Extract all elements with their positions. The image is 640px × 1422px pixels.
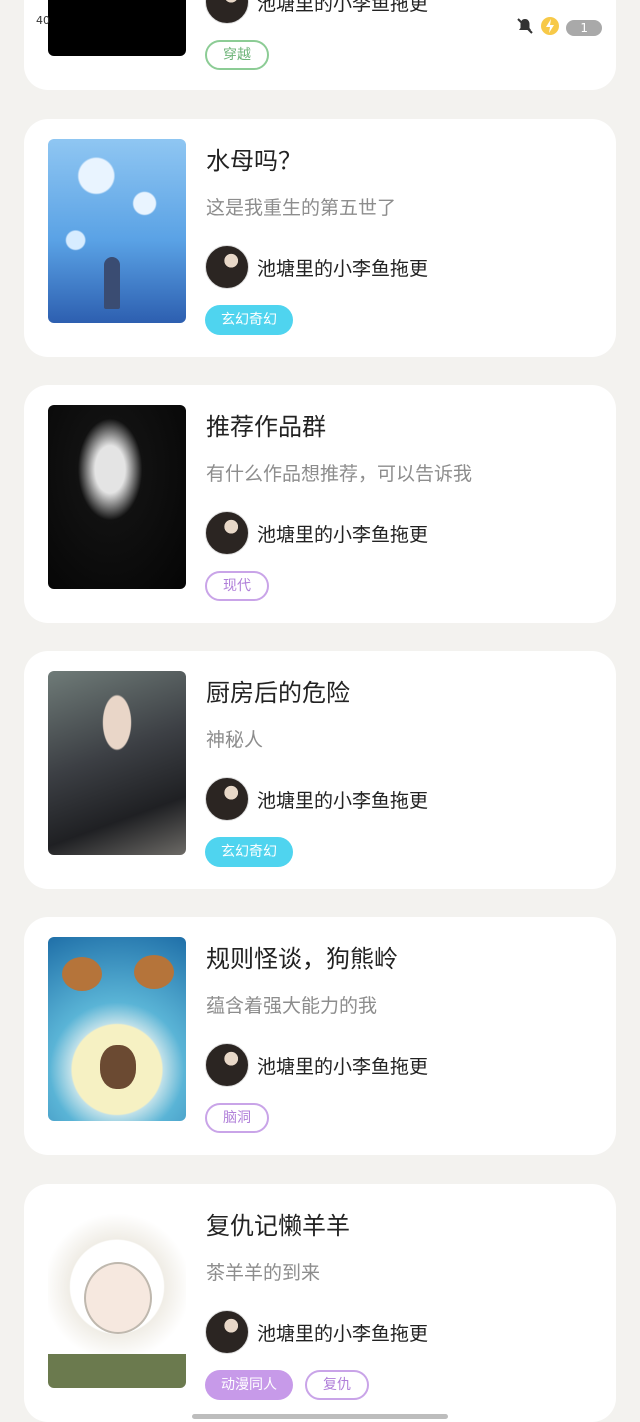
work-title[interactable]: 厨房后的危险 [206, 673, 350, 708]
tag-list: 穿越 [205, 40, 269, 70]
author-name: 池塘里的小李鱼拖更 [257, 257, 429, 280]
work-title[interactable]: 复仇记懒羊羊 [206, 1206, 350, 1241]
work-card[interactable]: 水母吗？ 这是我重生的第五世了 池塘里的小李鱼拖更 玄幻奇幻 [24, 119, 616, 357]
work-card[interactable]: 厨房后的危险 神秘人 池塘里的小李鱼拖更 玄幻奇幻 [24, 651, 616, 889]
tag[interactable]: 玄幻奇幻 [205, 305, 293, 335]
author-name: 池塘里的小李鱼拖更 [257, 523, 429, 546]
work-title[interactable]: 水母吗？ [206, 141, 302, 176]
work-cover-image [48, 139, 186, 323]
author-name: 池塘里的小李鱼拖更 [257, 789, 429, 812]
work-cover-image [48, 937, 186, 1121]
tag[interactable]: 动漫同人 [205, 1370, 293, 1400]
tag-list: 脑洞 [205, 1103, 269, 1133]
author-row[interactable]: 池塘里的小李鱼拖更 [205, 1310, 428, 1354]
work-title[interactable]: 规则怪谈，狗熊岭 [206, 939, 398, 974]
work-description: 蕴含着强大能力的我 [206, 995, 378, 1017]
work-cover-image [48, 671, 186, 855]
work-description: 这是我重生的第五世了 [206, 197, 397, 219]
work-description: 有什么作品想推荐，可以告诉我 [206, 463, 473, 485]
home-indicator[interactable] [192, 1414, 448, 1419]
bell-off-icon [516, 17, 534, 39]
count-badge: 1 [566, 20, 602, 36]
work-description: 茶羊羊的到来 [206, 1262, 321, 1284]
author-row[interactable]: 池塘里的小李鱼拖更 [205, 777, 428, 821]
tag-list: 动漫同人 复仇 [205, 1370, 369, 1400]
tag-list: 玄幻奇幻 [205, 305, 293, 335]
work-cover-image [48, 405, 186, 589]
author-row[interactable]: 池塘里的小李鱼拖更 [205, 0, 428, 24]
lightning-icon [540, 16, 560, 40]
tag[interactable]: 穿越 [205, 40, 269, 70]
tag[interactable]: 现代 [205, 571, 269, 601]
tag[interactable]: 玄幻奇幻 [205, 837, 293, 867]
work-card[interactable]: 规则怪谈，狗熊岭 蕴含着强大能力的我 池塘里的小李鱼拖更 脑洞 [24, 917, 616, 1155]
avatar [205, 1310, 249, 1354]
tag[interactable]: 脑洞 [205, 1103, 269, 1133]
author-name: 池塘里的小李鱼拖更 [257, 0, 429, 15]
tag[interactable]: 复仇 [305, 1370, 369, 1400]
work-description: 神秘人 [206, 729, 264, 751]
author-row[interactable]: 池塘里的小李鱼拖更 [205, 245, 428, 289]
work-card[interactable]: 池塘里的小李鱼拖更 穿越 1 [24, 0, 616, 90]
tag-list: 现代 [205, 571, 269, 601]
work-card[interactable]: 推荐作品群 有什么作品想推荐，可以告诉我 池塘里的小李鱼拖更 现代 [24, 385, 616, 623]
status-icons: 1 [516, 16, 602, 40]
avatar [205, 511, 249, 555]
author-name: 池塘里的小李鱼拖更 [257, 1322, 429, 1345]
avatar [205, 0, 249, 24]
work-cover-image [48, 1204, 186, 1388]
author-row[interactable]: 池塘里的小李鱼拖更 [205, 511, 428, 555]
work-title[interactable]: 推荐作品群 [206, 407, 326, 442]
avatar [205, 245, 249, 289]
avatar [205, 777, 249, 821]
signal-text: 40 [36, 14, 50, 27]
work-cover-image [48, 0, 186, 56]
avatar [205, 1043, 249, 1087]
author-row[interactable]: 池塘里的小李鱼拖更 [205, 1043, 428, 1087]
author-name: 池塘里的小李鱼拖更 [257, 1055, 429, 1078]
work-card[interactable]: 复仇记懒羊羊 茶羊羊的到来 池塘里的小李鱼拖更 动漫同人 复仇 [24, 1184, 616, 1422]
tag-list: 玄幻奇幻 [205, 837, 293, 867]
